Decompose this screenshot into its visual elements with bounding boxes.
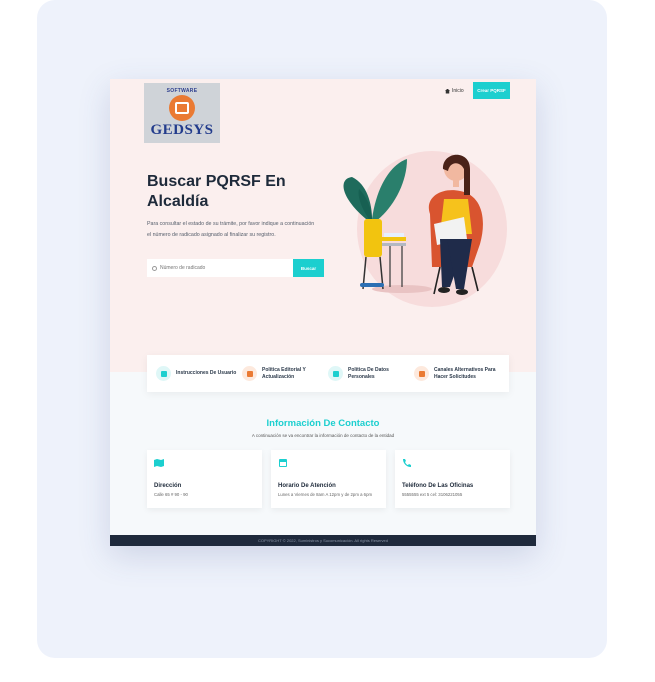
search-box xyxy=(147,259,293,277)
hero-description: Para consultar el estado de su trámite, … xyxy=(147,221,315,238)
id-card-icon xyxy=(328,366,343,381)
radicado-search-input[interactable] xyxy=(160,265,280,271)
logo-text: GEDSYS xyxy=(150,121,214,138)
quick-links-bar: Instrucciones De Usuario Política Editor… xyxy=(147,355,509,392)
link-label: Canales Alternativos Para Hacer Solicitu… xyxy=(434,367,496,380)
schedule-card: Horario De Atención Lunes a Viernes de 8… xyxy=(271,450,386,508)
footer: COPYRIGHT © 2022, Suministros y Sucomuni… xyxy=(110,535,536,546)
link-alternative-channels[interactable]: Canales Alternativos Para Hacer Solicitu… xyxy=(414,366,500,381)
info-icon xyxy=(156,366,171,381)
link-editorial-policy[interactable]: Política Editorial Y Actualización xyxy=(242,366,328,381)
home-icon xyxy=(445,88,450,94)
nav-home-link[interactable]: Inicio xyxy=(445,88,464,94)
address-card: Dirección Calle 65 # 90 - 90 xyxy=(147,450,262,508)
contact-subtitle: A continuación se va encontrar la inform… xyxy=(251,433,395,438)
calendar-icon xyxy=(279,459,287,467)
contact-title: Información De Contacto xyxy=(266,418,380,429)
search-bar: Buscar xyxy=(147,259,324,277)
card-text: Calle 65 # 90 - 90 xyxy=(154,492,188,497)
card-title: Horario De Atención xyxy=(278,483,336,489)
search-icon xyxy=(152,265,157,271)
link-label: Política De Datos Personales xyxy=(348,367,389,380)
copyright-text: COPYRIGHT © 2022, Suministros y Sucomuni… xyxy=(257,538,389,543)
search-button[interactable]: Buscar xyxy=(293,259,324,277)
create-pqrsf-button[interactable]: Crear PQRSF xyxy=(473,82,510,99)
phone-icon xyxy=(403,459,411,467)
map-icon xyxy=(154,459,164,467)
card-text: Lunes a Viernes de 8am A 12pm y de 2pm a… xyxy=(278,492,373,497)
card-title: Teléfono De Las Oficinas xyxy=(402,483,474,489)
card-title: Dirección xyxy=(154,483,182,489)
logo-badge-icon xyxy=(169,94,195,121)
link-label: Instrucciones De Usuario xyxy=(176,370,237,377)
link-data-policy[interactable]: Política De Datos Personales xyxy=(328,366,414,381)
card-text: 5555555 ext 5 cel: 3106221055 xyxy=(402,492,463,497)
gedsys-logo[interactable]: SOFTWARE GEDSYS xyxy=(144,83,220,143)
website-preview: SOFTWARE GEDSYS Inicio Crear PQRSF Busca… xyxy=(110,79,536,546)
link-label: Política Editorial Y Actualización xyxy=(262,367,306,380)
channels-icon xyxy=(414,366,429,381)
woman-reading-illustration xyxy=(343,151,507,307)
phone-card: Teléfono De Las Oficinas 5555555 ext 5 c… xyxy=(395,450,510,508)
logo-top-text: SOFTWARE xyxy=(166,87,198,94)
document-icon xyxy=(242,366,257,381)
nav-home-label: Inicio xyxy=(452,88,464,94)
page-title: Buscar PQRSF En Alcaldía xyxy=(147,173,286,210)
link-user-instructions[interactable]: Instrucciones De Usuario xyxy=(156,366,242,381)
